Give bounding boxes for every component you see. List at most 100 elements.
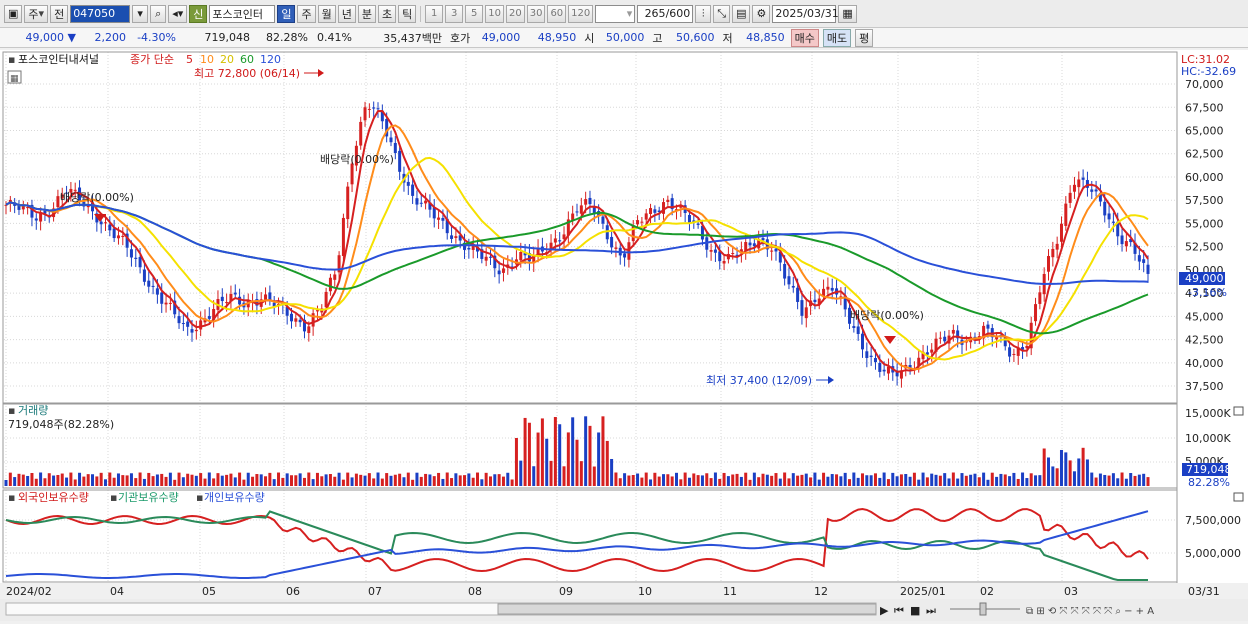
volume-bar [212, 478, 216, 486]
fast-forward-icon[interactable]: ⏭ [926, 604, 936, 617]
period-tab-day[interactable]: 일 [277, 4, 296, 23]
volume-bar [1111, 473, 1115, 486]
volume-bar [995, 476, 999, 486]
volume-bar [532, 466, 536, 486]
interval-custom-select[interactable]: ▾ [595, 4, 636, 23]
volume-bar [999, 473, 1003, 486]
volume-bar [674, 472, 678, 486]
interval-20[interactable]: 20 [505, 4, 525, 23]
tool-icons[interactable]: ⧉ ⊞ ⟲ ⤧ ⤧ ⤧ ⤧ ⤧ ⌕ − + A [1026, 606, 1154, 617]
interval-60[interactable]: 60 [547, 4, 567, 23]
period-tab-week[interactable]: 주 [297, 4, 316, 23]
price-series-label[interactable]: 종가 단순 [130, 53, 174, 66]
buy-button[interactable]: 매수 [790, 28, 819, 47]
candle-body [878, 362, 882, 372]
interval-10[interactable]: 10 [485, 4, 504, 23]
period-tab-tick[interactable]: 틱 [398, 4, 417, 23]
ma120-legend[interactable]: 120 [260, 53, 281, 66]
scroll-right-icon[interactable]: ▶ [880, 604, 889, 617]
ma20-legend[interactable]: 20 [220, 53, 234, 66]
candle-type-icon[interactable]: ⫶ [695, 4, 712, 23]
candle-body [1090, 189, 1094, 192]
volume-title[interactable]: 거래량 [18, 404, 48, 417]
volume-bar [1068, 460, 1072, 486]
layout-icon[interactable]: ▣ [4, 4, 23, 23]
individual-holdings-legend[interactable]: 개인보유수량 [204, 491, 265, 504]
current-price-axis-label: 49,000 [1185, 272, 1224, 285]
period-tab-minute[interactable]: 분 [357, 4, 376, 23]
volume-bar [986, 479, 990, 486]
count-input[interactable]: 265/600 [637, 4, 694, 23]
period-type-select[interactable]: 주 ▾ [24, 4, 49, 23]
institution-holdings-legend[interactable]: 기관보유수량 [118, 491, 179, 504]
ma10-legend[interactable]: 10 [200, 53, 214, 66]
x-tick-label: 10 [638, 585, 652, 598]
save-icon[interactable]: ▤ [732, 4, 751, 23]
candle-body [450, 235, 454, 239]
volume-bar [636, 473, 640, 486]
volume-bar [822, 472, 826, 486]
volume-bar [938, 475, 942, 486]
stop-icon[interactable]: ■ [910, 604, 920, 617]
volume-bar [705, 473, 709, 486]
chart-area[interactable]: ▪ 포스코인터내셔널 종가 단순 5 10 20 60 120 ▦ LC:31.… [0, 50, 1248, 621]
foreign-holdings-legend[interactable]: 외국인보유수량 [18, 491, 89, 504]
interval-5[interactable]: 5 [465, 4, 484, 23]
candle-body [731, 253, 735, 255]
candle-body [220, 296, 224, 302]
stock-code-input[interactable]: 047050 [70, 4, 131, 23]
high-label: 고 [652, 31, 663, 45]
code-dropdown-icon[interactable]: ▾ [132, 4, 149, 23]
gear-icon[interactable]: ⚙ [752, 4, 771, 23]
prev-button[interactable]: 전 [50, 4, 69, 23]
holdings-maximize-icon[interactable] [1233, 492, 1244, 502]
scrollbar-thumb[interactable] [497, 603, 877, 615]
volume-bar [735, 473, 739, 486]
low-label: 저 [722, 31, 733, 45]
volume-bar [731, 474, 735, 486]
volume-bar [644, 472, 648, 486]
volume-bar [372, 478, 376, 486]
calendar-icon[interactable]: ▦ [838, 4, 857, 23]
speaker-icon[interactable]: ◂▾ [168, 4, 188, 23]
interval-120[interactable]: 120 [568, 4, 594, 23]
volume-bar [1008, 476, 1012, 486]
stock-title[interactable]: 포스코인터내셔널 [18, 53, 99, 66]
volume-maximize-icon[interactable] [1233, 406, 1244, 416]
volume-bar [186, 473, 190, 486]
volume-bar [770, 475, 774, 486]
sell-button[interactable]: 매도 [822, 28, 852, 47]
volume-bar [86, 474, 90, 486]
period-tab-second[interactable]: 초 [377, 4, 397, 23]
volume-bar [865, 475, 869, 486]
search-icon[interactable]: ⌕ [150, 4, 167, 23]
volume-bar [744, 472, 748, 486]
interval-30[interactable]: 30 [526, 4, 546, 23]
panel-marker-icon[interactable]: ▪ [8, 53, 15, 66]
interval-1[interactable]: 1 [425, 4, 444, 23]
draw-tool-icon[interactable]: ⤡ [713, 4, 731, 23]
rewind-icon[interactable]: ⏮ [894, 604, 904, 617]
ma60-legend[interactable]: 60 [240, 53, 254, 66]
volume-bar [835, 474, 839, 486]
volume-bar [757, 477, 761, 486]
candle-body [1072, 184, 1076, 192]
eval-button[interactable]: 평 [855, 28, 874, 47]
volume-bar [52, 475, 56, 486]
volume-bar [761, 473, 765, 486]
date-input[interactable]: 2025/03/31 [772, 4, 839, 23]
volume-bar [493, 474, 497, 486]
volume-bar [501, 476, 505, 486]
period-tab-month[interactable]: 월 [317, 4, 336, 23]
interval-3[interactable]: 3 [445, 4, 464, 23]
stock-chart[interactable]: ▪ 포스코인터내셔널 종가 단순 5 10 20 60 120 ▦ LC:31.… [0, 50, 1248, 621]
ma5-legend[interactable]: 5 [186, 53, 193, 66]
candle-body [376, 108, 380, 110]
volume-percent-label: 82.28% [1188, 476, 1230, 489]
candle-body [488, 256, 492, 258]
volume-bar [480, 479, 484, 486]
zoom-slider-handle[interactable] [979, 602, 987, 616]
candle-body [1051, 248, 1055, 258]
volume-bar [1137, 474, 1141, 486]
period-tab-year[interactable]: 년 [337, 4, 356, 23]
